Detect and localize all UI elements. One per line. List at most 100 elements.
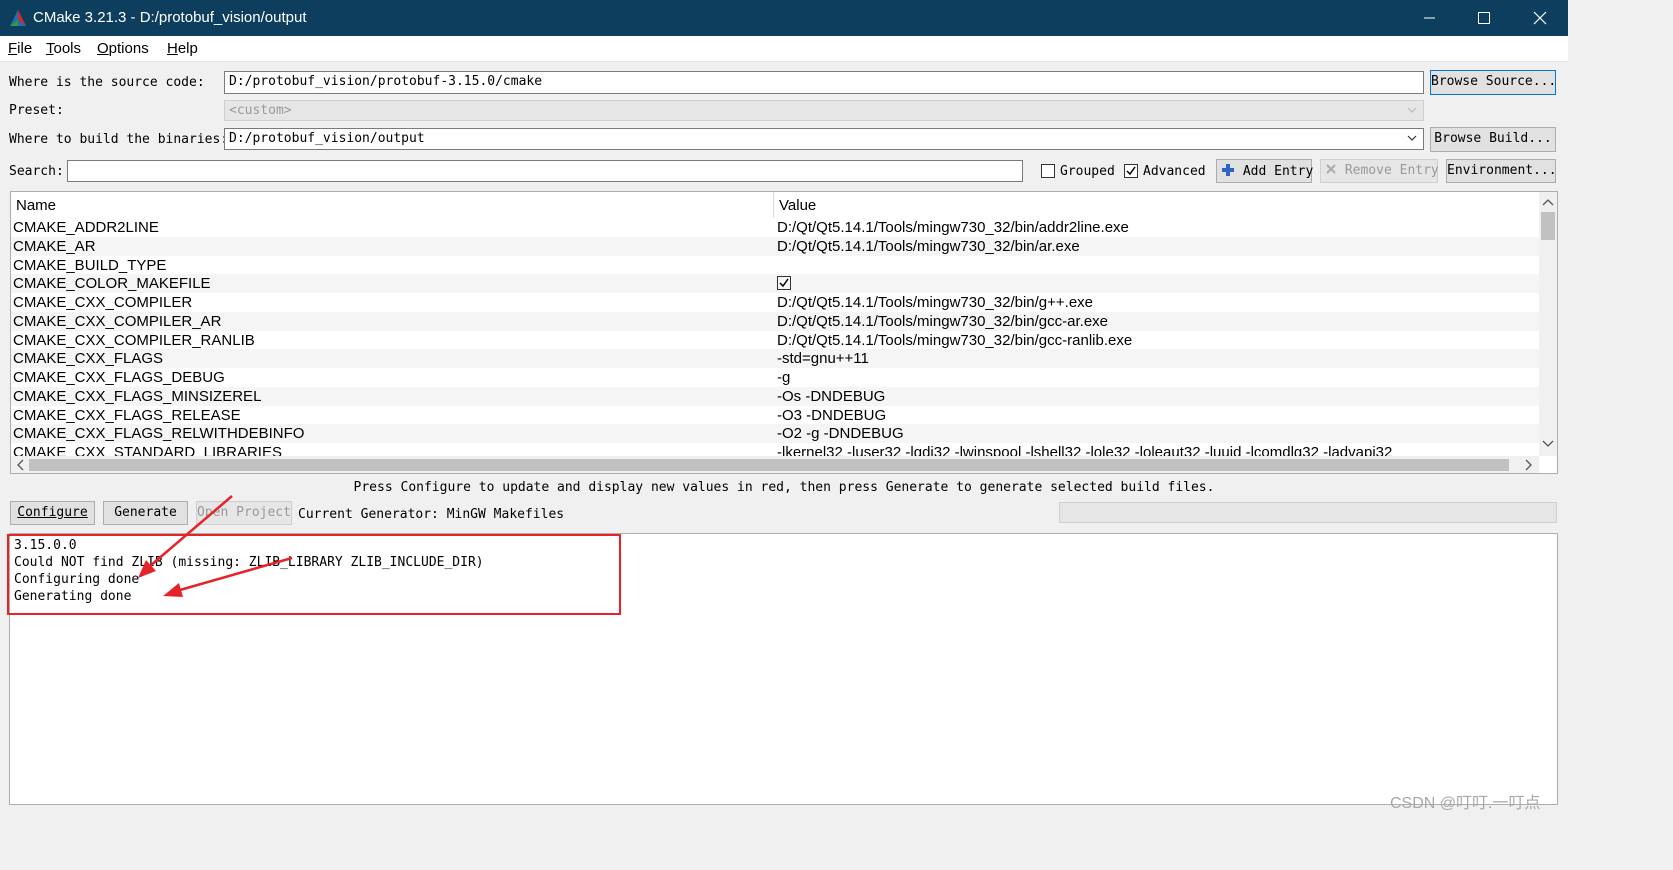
build-path-combo[interactable]: D:/protobuf_vision/output (224, 128, 1424, 150)
scroll-down-icon[interactable] (1539, 436, 1557, 452)
table-header: Name Value (11, 192, 1539, 218)
cell-name: CMAKE_CXX_FLAGS (13, 350, 164, 368)
annotation-highlight-box (7, 534, 621, 615)
vertical-scrollbar[interactable] (1539, 192, 1557, 456)
table-body: CMAKE_ADDR2LINE D:/Qt/Qt5.14.1/Tools/ming… (11, 218, 1539, 456)
remove-icon (1326, 164, 1336, 174)
value-checkbox[interactable] (777, 276, 791, 291)
open-project-button[interactable]: Open Project (196, 501, 292, 525)
scroll-up-icon[interactable] (1539, 194, 1557, 210)
chevron-down-icon (1407, 107, 1417, 113)
grouped-label: Grouped (1060, 164, 1115, 179)
cell-value: -lkernel32 -luser32 -lgdi32 -lwinspool -… (777, 444, 1393, 456)
cell-name: CMAKE_CXX_FLAGS_RELWITHDEBINFO (13, 425, 305, 443)
table-row[interactable]: CMAKE_ADDR2LINE D:/Qt/Qt5.14.1/Tools/ming… (11, 218, 1539, 237)
cmake-triangle-icon (10, 10, 26, 26)
grouped-checkbox[interactable] (1041, 164, 1055, 178)
maximize-icon (1478, 12, 1490, 24)
window-title: CMake 3.21.3 - D:/protobuf_vision/output (33, 9, 307, 26)
remove-entry-button[interactable]: Remove Entry (1320, 159, 1439, 183)
current-generator-label: Current Generator: MinGW Makefiles (298, 507, 565, 522)
table-row[interactable]: CMAKE_CXX_FLAGS_MINSIZEREL -Os -DNDEBUG (11, 386, 1539, 406)
add-entry-label: Add Entry (1242, 164, 1314, 179)
source-label: Where is the source code: (9, 75, 205, 90)
table-row[interactable]: CMAKE_CXX_STANDARD_LIBRARIES -lkernel32 -… (11, 443, 1539, 456)
preset-value: <custom> (229, 103, 292, 118)
horizontal-scroll-thumb[interactable] (29, 459, 1509, 471)
horizontal-scrollbar[interactable] (11, 456, 1539, 474)
build-path-value: D:/protobuf_vision/output (229, 131, 425, 146)
maximize-button[interactable] (1456, 0, 1512, 36)
scroll-right-icon[interactable] (1521, 456, 1537, 474)
checkmark-icon (1126, 166, 1136, 176)
hint-text: Press Configure to update and display ne… (353, 480, 1215, 495)
search-input[interactable] (67, 160, 1023, 182)
configure-button[interactable]: Configure (10, 501, 95, 525)
browse-source-button[interactable]: Browse Source... (1430, 70, 1556, 95)
cell-value: -O2 -g -DNDEBUG (777, 425, 904, 443)
table-row[interactable]: CMAKE_CXX_FLAGS_RELEASE -O3 -DNDEBUG (11, 406, 1539, 425)
cell-name: CMAKE_COLOR_MAKEFILE (13, 275, 211, 293)
table-row[interactable]: CMAKE_CXX_FLAGS_DEBUG -g (11, 368, 1539, 387)
table-row[interactable]: CMAKE_CXX_FLAGS_RELWITHDEBINFO -O2 -g -DN… (11, 424, 1539, 443)
chevron-down-icon (1407, 135, 1417, 141)
source-path-input[interactable]: D:/protobuf_vision/protobuf-3.15.0/cmake (224, 71, 1424, 94)
table-row[interactable]: CMAKE_COLOR_MAKEFILE (11, 274, 1539, 293)
cell-name: CMAKE_CXX_STANDARD_LIBRARIES (13, 444, 282, 456)
minimize-button[interactable] (1402, 0, 1458, 36)
close-icon (1533, 11, 1547, 25)
preset-label: Preset: (9, 103, 64, 118)
advanced-label: Advanced (1143, 164, 1206, 179)
cell-value: -O3 -DNDEBUG (777, 406, 887, 424)
column-header-name[interactable]: Name (16, 197, 56, 214)
generate-button[interactable]: Generate (103, 501, 188, 525)
column-header-value[interactable]: Value (779, 197, 816, 214)
cell-value: -g (777, 369, 791, 386)
search-label: Search: (9, 164, 64, 179)
vertical-scroll-thumb[interactable] (1541, 212, 1555, 240)
table-row[interactable]: CMAKE_CXX_COMPILER_RANLIB D:/Qt/Qt5.14.1/… (11, 331, 1539, 350)
environment-button[interactable]: Environment... (1446, 159, 1557, 183)
cell-name: CMAKE_CXX_COMPILER_RANLIB (13, 331, 255, 349)
cell-name: CMAKE_CXX_FLAGS_RELEASE (13, 406, 241, 424)
cell-value: D:/Qt/Qt5.14.1/Tools/mingw730_32/bin/gcc… (777, 331, 1133, 349)
menu-bar: File Tools Options Help (0, 36, 1568, 62)
menu-help[interactable]: Help (167, 40, 198, 57)
remove-entry-label: Remove Entry (1344, 163, 1439, 178)
close-button[interactable] (1512, 0, 1568, 36)
menu-options[interactable]: Options (97, 40, 149, 57)
cell-value: D:/Qt/Qt5.14.1/Tools/mingw730_32/bin/gcc… (777, 312, 1109, 330)
title-bar: CMake 3.21.3 - D:/protobuf_vision/output (0, 0, 1568, 36)
configure-label: Configure (17, 505, 88, 520)
progress-bar (1059, 502, 1557, 523)
column-divider (773, 192, 774, 218)
minimize-icon (1424, 17, 1435, 19)
build-label: Where to build the binaries: (9, 132, 229, 147)
cell-value: D:/Qt/Qt5.14.1/Tools/mingw730_32/bin/add… (777, 219, 1129, 236)
table-row[interactable]: CMAKE_CXX_COMPILER_AR D:/Qt/Qt5.14.1/Tool… (11, 311, 1539, 331)
plus-icon (1222, 164, 1234, 176)
cell-name: CMAKE_CXX_FLAGS_MINSIZEREL (13, 387, 262, 405)
checkmark-icon (779, 278, 789, 288)
scroll-left-icon[interactable] (12, 456, 28, 474)
table-row[interactable]: CMAKE_CXX_FLAGS -std=gnu++11 (11, 349, 1539, 368)
menu-file[interactable]: File (8, 40, 32, 57)
cell-name: CMAKE_CXX_FLAGS_DEBUG (13, 369, 225, 386)
table-row[interactable]: CMAKE_CXX_COMPILER D:/Qt/Qt5.14.1/Tools/m… (11, 293, 1539, 312)
cell-value: -Os -DNDEBUG (777, 387, 886, 405)
cell-name: CMAKE_CXX_COMPILER (13, 294, 193, 311)
watermark: CSDN @叮叮.一叮点 (1390, 795, 1541, 812)
open-project-label: Open Project (197, 505, 291, 520)
menu-tools[interactable]: Tools (46, 40, 81, 57)
advanced-checkbox[interactable] (1124, 164, 1138, 178)
table-row[interactable]: CMAKE_BUILD_TYPE (11, 256, 1539, 275)
add-entry-button[interactable]: Add Entry (1216, 159, 1314, 183)
cache-table[interactable]: Name Value CMAKE_ADDR2LINE D:/Qt/Qt5.14.1… (10, 191, 1558, 474)
generate-label: Generate (114, 505, 177, 520)
cell-name: CMAKE_CXX_COMPILER_AR (13, 312, 222, 330)
browse-build-button[interactable]: Browse Build... (1430, 127, 1556, 152)
table-row[interactable]: CMAKE_AR D:/Qt/Qt5.14.1/Tools/mingw730_32… (11, 236, 1539, 256)
preset-select[interactable]: <custom> (224, 100, 1424, 121)
cell-name: CMAKE_AR (13, 237, 96, 255)
cell-value: D:/Qt/Qt5.14.1/Tools/mingw730_32/bin/g++… (777, 294, 1094, 311)
